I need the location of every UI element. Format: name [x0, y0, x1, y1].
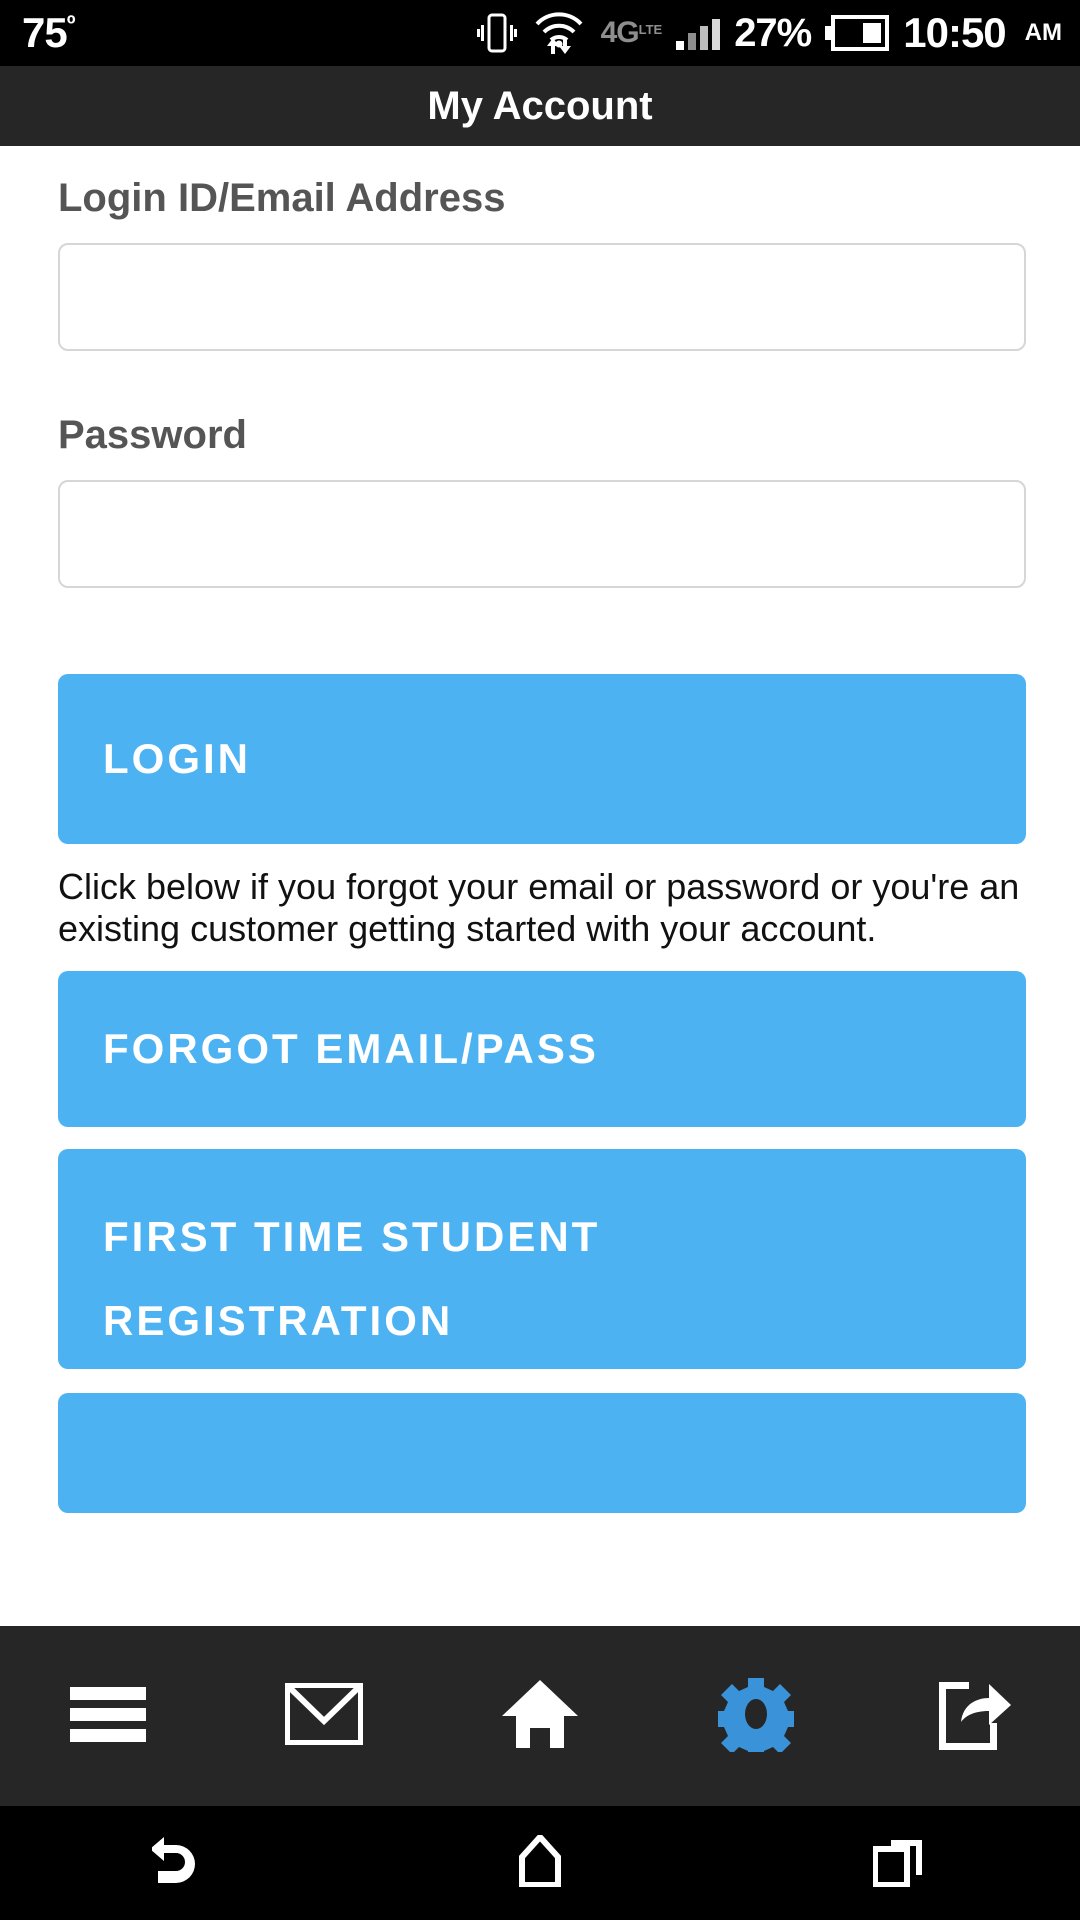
battery-percent-label: 27%: [734, 10, 812, 55]
forgot-email-pass-button[interactable]: FORGOT EMAIL/PASS: [58, 970, 1026, 1127]
register-line-2: REGISTRATION: [103, 1296, 454, 1344]
battery-icon: [825, 13, 890, 53]
password-label: Password: [58, 413, 247, 457]
first-time-student-registration-button[interactable]: FIRST TIME STUDENT REGISTRATION: [58, 1148, 1026, 1369]
status-bar-icons: 4GLTE 27% 10:50 AM: [476, 9, 1062, 57]
register-line-1: FIRST TIME STUDENT: [103, 1212, 601, 1260]
clock-ampm-label: AM: [1024, 19, 1062, 46]
android-system-nav: [0, 1806, 1080, 1920]
temperature-indicator: 75º: [22, 9, 76, 56]
app-title-bar: My Account: [0, 66, 1080, 146]
password-input[interactable]: [58, 480, 1026, 588]
envelope-icon: [284, 1681, 364, 1750]
status-bar: 75º 4GLTE 27% 10:50 AM: [0, 0, 1080, 66]
nav-share-button[interactable]: [864, 1626, 1080, 1806]
network-suffix-label: LTE: [638, 22, 663, 37]
recent-apps-icon: [872, 1835, 927, 1892]
system-home-button[interactable]: [360, 1806, 720, 1920]
nav-mail-button[interactable]: [216, 1626, 432, 1806]
login-id-label: Login ID/Email Address: [58, 176, 506, 220]
login-form-container: Login ID/Email Address Password LOGIN Cl…: [0, 146, 1080, 1626]
login-button[interactable]: LOGIN: [58, 674, 1026, 844]
nav-home-button[interactable]: [432, 1626, 648, 1806]
signal-bars-icon: [676, 16, 721, 50]
gear-icon: [715, 1676, 797, 1760]
system-recent-apps-button[interactable]: [720, 1806, 1080, 1920]
clock-label: 10:50: [903, 9, 1006, 56]
login-id-input[interactable]: [58, 243, 1026, 351]
back-icon: [150, 1836, 208, 1891]
home-icon: [500, 1678, 580, 1755]
app-bottom-nav: [0, 1626, 1080, 1806]
system-back-button[interactable]: [0, 1806, 360, 1920]
degree-symbol: º: [66, 11, 76, 38]
home-icon: [518, 1832, 562, 1892]
wifi-transfer-icon: [531, 10, 587, 56]
network-type-label: 4G: [600, 16, 640, 49]
helper-text: Click below if you forgot your email or …: [58, 866, 1020, 950]
page-title: My Account: [427, 83, 653, 128]
phone-screen: 75º 4GLTE 27% 10:50 AM My Account Login …: [0, 0, 1080, 1920]
share-icon: [933, 1678, 1011, 1755]
temperature-value: 75: [22, 9, 68, 56]
network-type-indicator: 4GLTE: [601, 18, 663, 48]
partially-visible-button[interactable]: [58, 1392, 1026, 1513]
hamburger-menu-icon: [70, 1683, 146, 1750]
nav-menu-button[interactable]: [0, 1626, 216, 1806]
vibrate-icon: [476, 11, 517, 55]
nav-settings-button[interactable]: [648, 1626, 864, 1806]
